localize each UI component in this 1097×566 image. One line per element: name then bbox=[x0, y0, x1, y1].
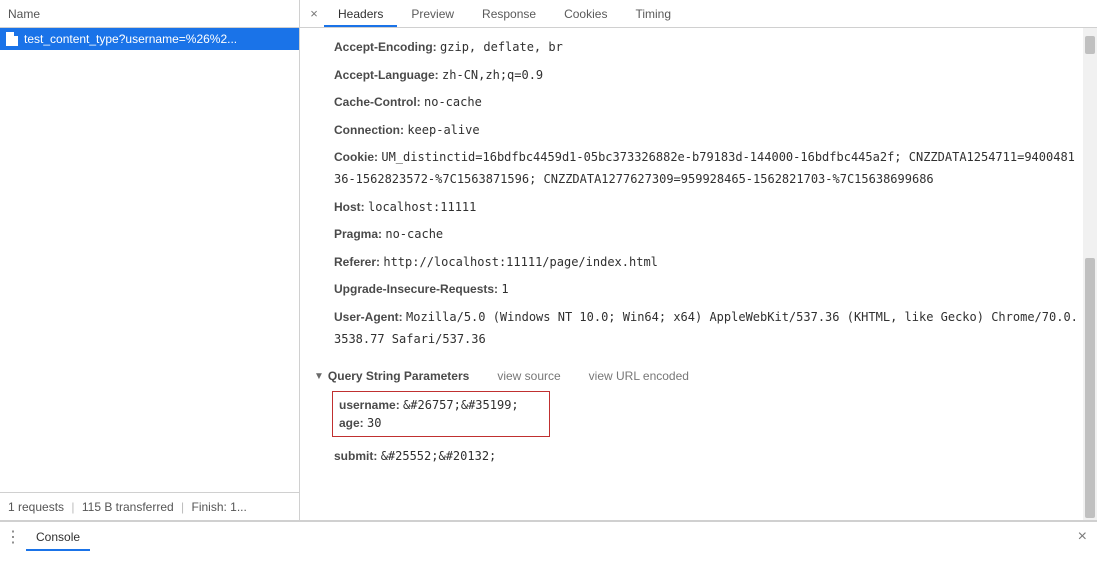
network-sidebar: Name test_content_type?username=%26%2...… bbox=[0, 0, 300, 520]
status-requests: 1 requests bbox=[8, 500, 64, 514]
tab-cookies[interactable]: Cookies bbox=[550, 0, 621, 27]
status-finish: Finish: 1... bbox=[192, 500, 247, 514]
header-name: Cache-Control: bbox=[334, 95, 424, 109]
qsp-section-header: ▼ Query String Parameters view source vi… bbox=[314, 359, 1083, 389]
param-value: 30 bbox=[367, 416, 381, 430]
header-row: User-Agent: Mozilla/5.0 (Windows NT 10.0… bbox=[314, 304, 1083, 353]
param-value: &#25552;&#20132; bbox=[381, 449, 497, 463]
console-drawer: ⋮ Console × bbox=[0, 521, 1097, 551]
qsp-param: username: &#26757;&#35199; bbox=[339, 396, 543, 414]
header-value: localhost:11111 bbox=[368, 200, 476, 214]
kebab-menu-icon[interactable]: ⋮ bbox=[0, 527, 26, 547]
close-icon[interactable]: × bbox=[1078, 528, 1087, 546]
param-value: &#26757;&#35199; bbox=[403, 398, 519, 412]
header-row: Referer: http://localhost:11111/page/ind… bbox=[314, 249, 1083, 277]
scroll-thumb[interactable] bbox=[1085, 36, 1095, 54]
header-value: no-cache bbox=[424, 95, 482, 109]
header-name: Connection: bbox=[334, 123, 407, 137]
header-row: Cookie: UM_distinctid=16bdfbc4459d1-05bc… bbox=[314, 144, 1083, 193]
view-url-encoded-link[interactable]: view URL encoded bbox=[589, 369, 689, 383]
qsp-highlight-box: username: &#26757;&#35199; age: 30 bbox=[332, 391, 550, 437]
network-status-bar: 1 requests | 115 B transferred | Finish:… bbox=[0, 492, 299, 520]
header-value: Mozilla/5.0 (Windows NT 10.0; Win64; x64… bbox=[334, 310, 1078, 346]
header-name: Upgrade-Insecure-Requests: bbox=[334, 282, 501, 296]
header-name: Host: bbox=[334, 200, 368, 214]
header-name: Pragma: bbox=[334, 227, 385, 241]
details-panel: × Headers Preview Response Cookies Timin… bbox=[300, 0, 1097, 520]
request-row[interactable]: test_content_type?username=%26%2... bbox=[0, 28, 299, 50]
header-value: gzip, deflate, br bbox=[440, 40, 563, 54]
request-headers-list: Accept-Encoding: gzip, deflate, brAccept… bbox=[314, 34, 1083, 353]
tab-headers[interactable]: Headers bbox=[324, 0, 397, 27]
tab-response[interactable]: Response bbox=[468, 0, 550, 27]
headers-content: Accept-Encoding: gzip, deflate, brAccept… bbox=[300, 28, 1097, 520]
status-separator: | bbox=[177, 500, 188, 514]
header-value: UM_distinctid=16bdfbc4459d1-05bc37332688… bbox=[334, 150, 1075, 186]
status-transferred: 115 B transferred bbox=[82, 500, 174, 514]
disclosure-triangle-icon: ▼ bbox=[314, 371, 324, 382]
vertical-scrollbar[interactable] bbox=[1083, 28, 1097, 520]
header-row: Connection: keep-alive bbox=[314, 117, 1083, 145]
sidebar-header-name: Name bbox=[0, 0, 299, 28]
qsp-title[interactable]: ▼ Query String Parameters bbox=[314, 369, 469, 383]
tab-timing[interactable]: Timing bbox=[621, 0, 685, 27]
request-list: test_content_type?username=%26%2... bbox=[0, 28, 299, 492]
console-tab[interactable]: Console bbox=[26, 522, 90, 551]
header-name: Cookie: bbox=[334, 150, 381, 164]
param-name: username: bbox=[339, 398, 400, 412]
header-row: Accept-Encoding: gzip, deflate, br bbox=[314, 34, 1083, 62]
request-name: test_content_type?username=%26%2... bbox=[24, 32, 237, 46]
header-value: 1 bbox=[501, 282, 508, 296]
header-row: Upgrade-Insecure-Requests: 1 bbox=[314, 276, 1083, 304]
qsp-param: submit: &#25552;&#20132; bbox=[314, 443, 1083, 471]
file-icon bbox=[6, 32, 18, 46]
header-row: Cache-Control: no-cache bbox=[314, 89, 1083, 117]
status-separator: | bbox=[67, 500, 78, 514]
header-row: Accept-Language: zh-CN,zh;q=0.9 bbox=[314, 62, 1083, 90]
header-value: keep-alive bbox=[407, 123, 479, 137]
header-row: Host: localhost:11111 bbox=[314, 194, 1083, 222]
header-name: Referer: bbox=[334, 255, 383, 269]
param-name: age: bbox=[339, 416, 364, 430]
scroll-thumb[interactable] bbox=[1085, 258, 1095, 518]
header-name: Accept-Language: bbox=[334, 68, 442, 82]
header-value: no-cache bbox=[385, 227, 443, 241]
header-name: User-Agent: bbox=[334, 310, 406, 324]
header-row: Pragma: no-cache bbox=[314, 221, 1083, 249]
header-value: zh-CN,zh;q=0.9 bbox=[442, 68, 543, 82]
param-name: submit: bbox=[334, 449, 377, 463]
header-value: http://localhost:11111/page/index.html bbox=[383, 255, 658, 269]
close-icon[interactable]: × bbox=[304, 6, 324, 21]
details-tabs: × Headers Preview Response Cookies Timin… bbox=[300, 0, 1097, 28]
view-source-link[interactable]: view source bbox=[497, 369, 560, 383]
header-name: Accept-Encoding: bbox=[334, 40, 440, 54]
tab-preview[interactable]: Preview bbox=[397, 0, 468, 27]
qsp-param: age: 30 bbox=[339, 414, 543, 432]
